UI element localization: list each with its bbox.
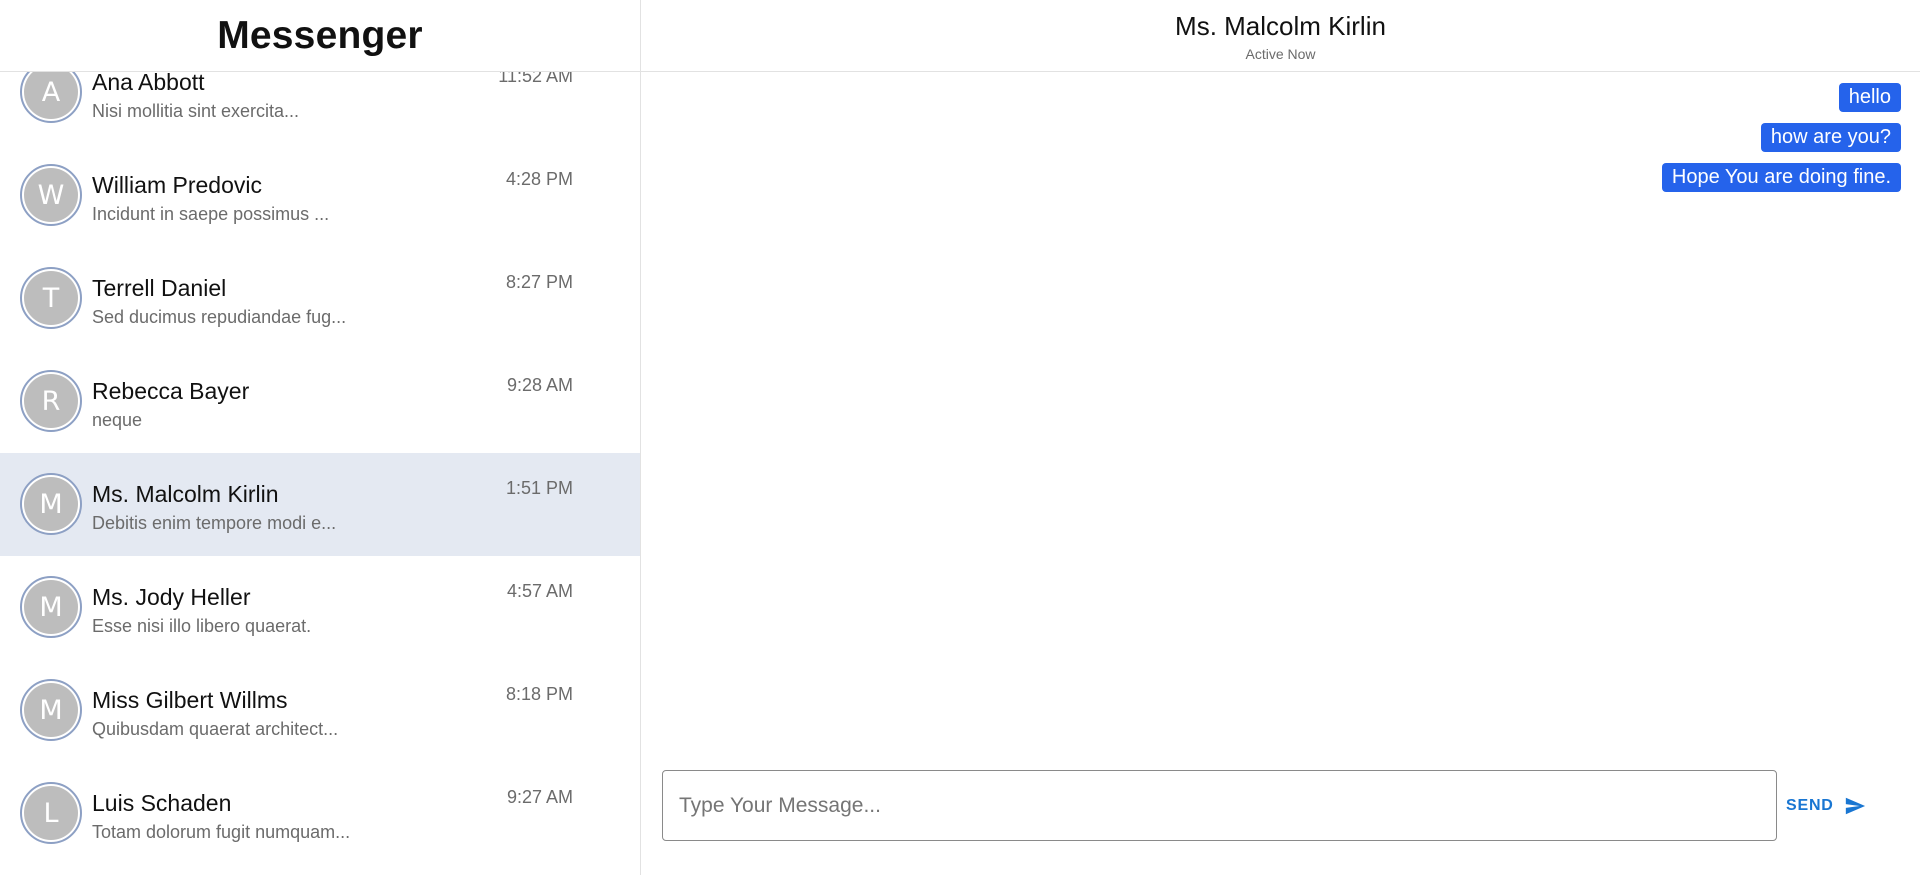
message-preview: neque <box>92 410 143 430</box>
avatar-initial: M <box>24 580 78 634</box>
message-time: 4:28 PM <box>505 169 573 189</box>
message-time: 11:52 AM <box>498 72 573 86</box>
sent-message: hello <box>1838 83 1901 112</box>
contact-name: Luis Schaden <box>92 790 232 816</box>
contact-name: Ms. Jody Heller <box>92 584 251 610</box>
contact-name: William Predovic <box>92 172 262 198</box>
avatar-initial: R <box>24 374 78 428</box>
avatar: T <box>20 267 82 329</box>
message-thread: hello how are you? Hope You are doing fi… <box>1661 83 1901 203</box>
conversation-item[interactable]: A Ana Abbott Nisi mollitia sint exercita… <box>0 72 640 144</box>
sent-message: how are you? <box>1760 123 1901 152</box>
chat-header: Ms. Malcolm Kirlin Active Now <box>641 0 1920 72</box>
send-icon <box>1845 797 1865 815</box>
app-title: Messenger <box>217 13 423 57</box>
conversation-item[interactable]: T Terrell Daniel Sed ducimus repudiandae… <box>0 247 640 350</box>
conversation-item[interactable]: M Ms. Jody Heller Esse nisi illo libero … <box>0 556 640 659</box>
message-input[interactable] <box>662 770 1777 841</box>
message-time: 9:27 AM <box>506 787 573 807</box>
message-time: 1:51 PM <box>505 478 573 498</box>
chat-panel: Ms. Malcolm Kirlin Active Now hello how … <box>641 0 1920 875</box>
message-time: 4:57 AM <box>506 581 573 601</box>
chat-contact-name: Ms. Malcolm Kirlin <box>1175 11 1386 41</box>
avatar: R <box>20 370 82 432</box>
sidebar-header: Messenger <box>0 0 640 72</box>
contact-name: Rebecca Bayer <box>92 378 250 404</box>
avatar-initial: A <box>24 72 78 119</box>
contact-name: Ana Abbott <box>92 72 205 95</box>
message-preview: Totam dolorum fugit numquam... <box>92 822 351 842</box>
conversation-list[interactable]: A Ana Abbott Nisi mollitia sint exercita… <box>0 72 640 875</box>
conversation-item[interactable]: M Ms. Malcolm Kirlin Debitis enim tempor… <box>0 453 640 556</box>
message-preview: Esse nisi illo libero quaerat. <box>92 616 312 636</box>
sent-message: Hope You are doing fine. <box>1661 163 1901 192</box>
avatar-initial: M <box>24 683 78 737</box>
chat-status: Active Now <box>1245 46 1316 62</box>
send-label: SEND <box>1786 797 1834 814</box>
send-button[interactable]: SEND <box>1782 788 1872 824</box>
avatar: A <box>20 72 82 123</box>
avatar-initial: T <box>24 271 78 325</box>
conversation-item[interactable]: R Rebecca Bayer neque 9:28 AM <box>0 350 640 453</box>
avatar: W <box>20 164 82 226</box>
message-preview: Incidunt in saepe possimus ... <box>92 204 330 224</box>
message-time: 9:28 AM <box>506 375 573 395</box>
avatar-initial: L <box>24 786 78 840</box>
message-preview: Nisi mollitia sint exercita... <box>92 101 300 121</box>
avatar: L <box>20 782 82 844</box>
message-preview: Quibusdam quaerat architect... <box>92 719 339 739</box>
conversation-item[interactable]: W William Predovic Incidunt in saepe pos… <box>0 144 640 247</box>
message-time: 8:18 PM <box>505 684 573 704</box>
message-preview: Sed ducimus repudiandae fug... <box>92 307 347 327</box>
message-preview: Debitis enim tempore modi e... <box>92 513 337 533</box>
conversation-item[interactable]: L Luis Schaden Totam dolorum fugit numqu… <box>0 762 640 865</box>
avatar: M <box>20 679 82 741</box>
avatar: M <box>20 473 82 535</box>
contact-name: Miss Gilbert Willms <box>92 687 288 713</box>
message-time: 8:27 PM <box>505 272 573 292</box>
conversation-sidebar: Messenger A Ana Abbott Nisi mollitia sin… <box>0 0 641 875</box>
conversation-item[interactable]: M Miss Gilbert Willms Quibusdam quaerat … <box>0 659 640 762</box>
avatar-initial: W <box>24 168 78 222</box>
contact-name: Terrell Daniel <box>92 275 227 301</box>
avatar-initial: M <box>24 477 78 531</box>
message-composer: SEND <box>662 770 1920 841</box>
avatar: M <box>20 576 82 638</box>
contact-name: Ms. Malcolm Kirlin <box>92 481 279 507</box>
